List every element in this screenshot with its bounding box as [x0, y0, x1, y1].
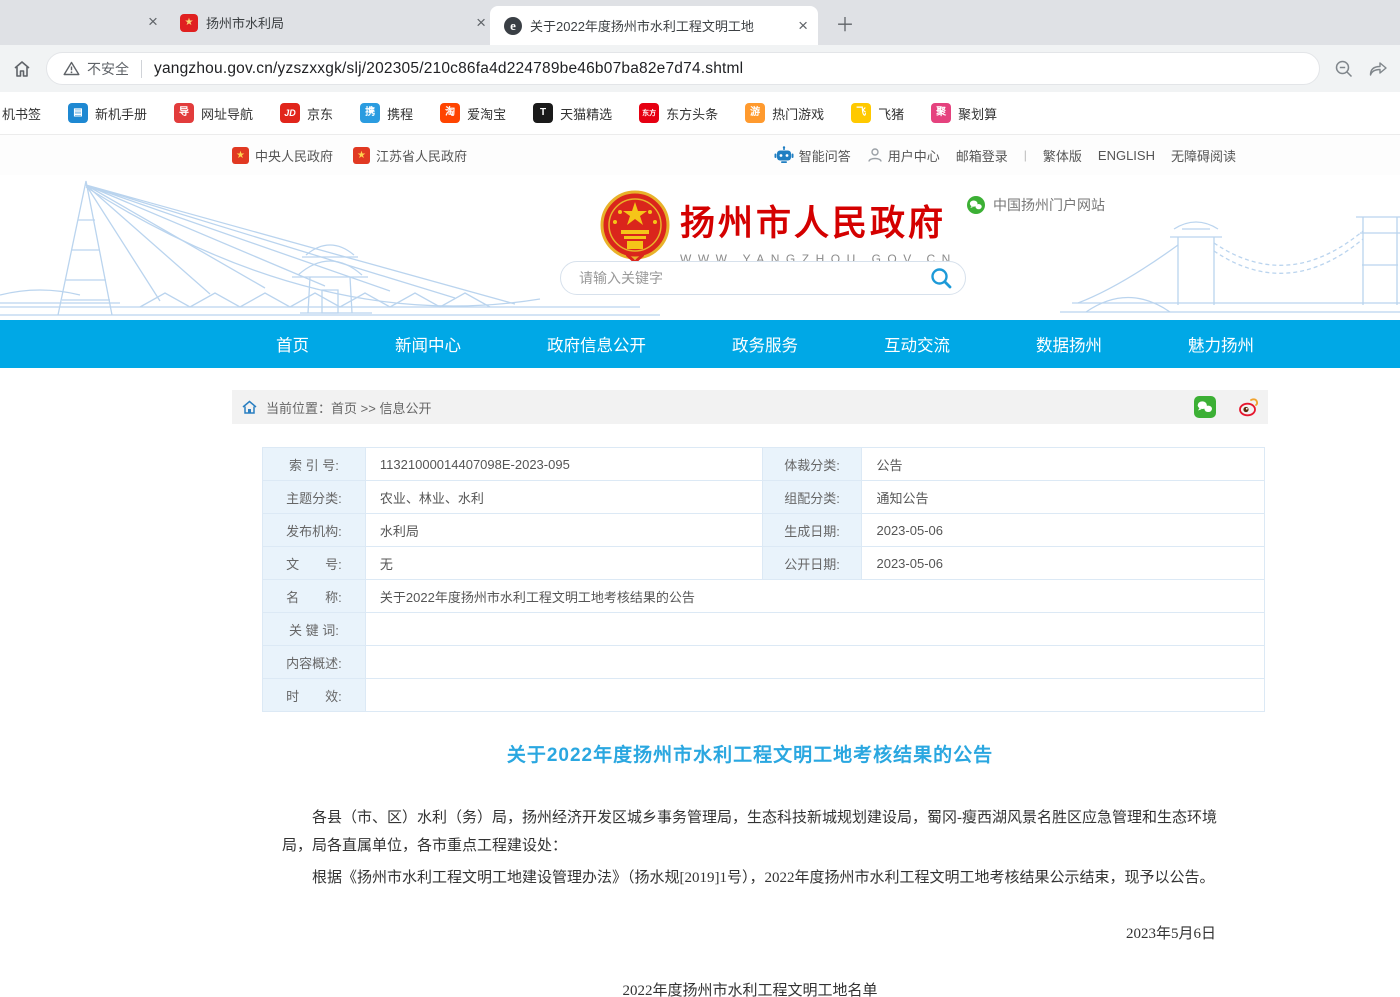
info-table: 索 引 号: 11321000014407098E-2023-095 体裁分类:…: [262, 447, 1265, 712]
article-paragraph: 各县（市、区）水利（务）局，扬州经济开发区城乡事务管理局，生态科技新城规划建设局…: [282, 805, 1218, 861]
breadcrumb-current[interactable]: 信息公开: [379, 401, 431, 416]
url-text: yangzhou.gov.cn/yzszxxgk/slj/202305/210c…: [154, 60, 743, 78]
breadcrumb-home-link[interactable]: 首页: [331, 401, 357, 416]
manual-icon: ▤: [68, 103, 88, 123]
share-icon[interactable]: [1368, 59, 1388, 79]
fliggy-icon: 飞: [851, 103, 871, 123]
gov-top-bar: ★ 中央人民政府 ★ 江苏省人民政府 智能问答 用户中心 邮箱登录 | 繁体版: [0, 135, 1400, 175]
games-icon: 游: [745, 103, 765, 123]
portal-link[interactable]: 中国扬州门户网站: [967, 195, 1105, 215]
tab-active-announcement[interactable]: e 关于2022年度扬州市水利工程文明工地 ×: [490, 6, 818, 45]
bookmark-item[interactable]: JD 京东: [280, 103, 333, 123]
site-e-favicon: e: [504, 17, 522, 35]
article-date: 2023年5月6日: [282, 922, 1218, 943]
ctrip-icon: 携: [360, 103, 380, 123]
bookmark-item[interactable]: 携 携程: [360, 103, 413, 123]
bookmark-item[interactable]: 聚 聚划算: [931, 103, 997, 123]
toutiao-icon: 东方: [639, 103, 659, 123]
english-link[interactable]: ENGLISH: [1098, 148, 1155, 163]
site-banner: 扬州市人民政府 WWW.YANGZHOU.GOV.CN 中国扬州门户网站: [0, 175, 1400, 320]
breadcrumb: 当前位置：首页 >> 信息公开: [232, 390, 1268, 424]
accessibility-link[interactable]: 无障碍阅读: [1171, 146, 1236, 165]
wechat-icon: [967, 196, 985, 214]
site-search-box: [560, 261, 966, 295]
table-row: 关 键 词:: [263, 613, 1265, 646]
article-title: 关于2022年度扬州市水利工程文明工地考核结果的公告: [282, 740, 1218, 767]
page-content: 当前位置：首页 >> 信息公开 索 引 号: 11321000014407098…: [232, 368, 1268, 997]
traditional-link[interactable]: 繁体版: [1043, 146, 1082, 165]
bookmark-item[interactable]: 东方 东方头条: [639, 103, 718, 123]
nav-news[interactable]: 新闻中心: [395, 332, 461, 356]
article-list-title: 2022年度扬州市水利工程文明工地名单: [282, 979, 1218, 997]
main-nav: 首页 新闻中心 政府信息公开 政务服务 互动交流 数据扬州 魅力扬州: [0, 320, 1400, 368]
bookmark-item[interactable]: 机书签: [2, 104, 41, 123]
table-row: 时 效:: [263, 679, 1265, 712]
browser-home-icon[interactable]: [12, 59, 32, 79]
wechat-share-icon[interactable]: [1194, 396, 1216, 418]
home-icon[interactable]: [242, 400, 257, 414]
bookmark-item[interactable]: 淘 爱淘宝: [440, 103, 506, 123]
browser-tab-strip: × ★ 扬州市水利局 × e 关于2022年度扬州市水利工程文明工地 × ＋: [0, 0, 1400, 45]
mail-login-link[interactable]: 邮箱登录: [956, 146, 1008, 165]
address-bar: 不安全 yangzhou.gov.cn/yzszxxgk/slj/202305/…: [0, 45, 1400, 92]
site-name: 扬州市人民政府: [680, 195, 957, 246]
bookmark-item[interactable]: 飞 飞猪: [851, 103, 904, 123]
url-field[interactable]: 不安全 yangzhou.gov.cn/yzszxxgk/slj/202305/…: [46, 52, 1320, 85]
nav-interaction[interactable]: 互动交流: [884, 332, 950, 356]
juhuasuan-icon: 聚: [931, 103, 951, 123]
close-icon[interactable]: ×: [476, 14, 486, 31]
divider: |: [1024, 148, 1027, 162]
robot-icon: [774, 146, 794, 164]
table-row: 发布机构: 水利局 生成日期: 2023-05-06: [263, 514, 1265, 547]
bookmarks-bar: 机书签 ▤ 新机手册 导 网址导航 JD 京东 携 携程 淘 爱淘宝 T 天猫精…: [0, 92, 1400, 135]
tmall-icon: T: [533, 103, 553, 123]
nav-info-disclosure[interactable]: 政府信息公开: [547, 332, 646, 356]
nav-site-icon: 导: [174, 103, 194, 123]
national-emblem-logo: [600, 190, 670, 266]
bookmark-item[interactable]: T 天猫精选: [533, 103, 612, 123]
jd-icon: JD: [280, 103, 300, 123]
tab-title: 关于2022年度扬州市水利工程文明工地: [530, 16, 798, 35]
tab-partial[interactable]: ×: [0, 0, 176, 45]
bookmark-item[interactable]: 游 热门游戏: [745, 103, 824, 123]
search-input[interactable]: [561, 270, 929, 286]
emblem-icon: ★: [232, 147, 249, 164]
security-label: 不安全: [87, 59, 129, 79]
table-row: 内容概述:: [263, 646, 1265, 679]
zoom-out-icon[interactable]: [1334, 59, 1354, 79]
breadcrumb-text: 当前位置：首页 >> 信息公开: [266, 398, 431, 417]
gov-emblem-favicon: ★: [180, 14, 198, 32]
search-icon[interactable]: [929, 266, 953, 290]
weibo-share-icon[interactable]: [1238, 396, 1260, 418]
smart-qa-link[interactable]: 智能问答: [774, 146, 851, 165]
user-center-link[interactable]: 用户中心: [867, 146, 940, 165]
article-paragraph: 根据《扬州市水利工程文明工地建设管理办法》（扬水规[2019]1号），2022年…: [282, 865, 1218, 893]
divider: [141, 60, 142, 78]
bookmark-item[interactable]: ▤ 新机手册: [68, 103, 147, 123]
emblem-icon: ★: [353, 147, 370, 164]
user-icon: [867, 147, 883, 163]
jiangsu-gov-link[interactable]: ★ 江苏省人民政府: [353, 146, 467, 165]
nav-home[interactable]: 首页: [276, 332, 309, 356]
table-row: 索 引 号: 11321000014407098E-2023-095 体裁分类:…: [263, 448, 1265, 481]
close-icon[interactable]: ×: [148, 13, 158, 30]
close-icon[interactable]: ×: [798, 17, 808, 34]
nav-data[interactable]: 数据扬州: [1036, 332, 1102, 356]
table-row: 主题分类: 农业、林业、水利 组配分类: 通知公告: [263, 481, 1265, 514]
bookmark-item[interactable]: 导 网址导航: [174, 103, 253, 123]
nav-services[interactable]: 政务服务: [732, 332, 798, 356]
central-gov-link[interactable]: ★ 中央人民政府: [232, 146, 333, 165]
article: 关于2022年度扬州市水利工程文明工地考核结果的公告 各县（市、区）水利（务）局…: [232, 740, 1268, 997]
table-row: 名 称: 关于2022年度扬州市水利工程文明工地考核结果的公告: [263, 580, 1265, 613]
table-row: 文 号: 无 公开日期: 2023-05-06: [263, 547, 1265, 580]
new-tab-button[interactable]: ＋: [832, 10, 858, 36]
nav-charm[interactable]: 魅力扬州: [1188, 332, 1254, 356]
tab-title: 扬州市水利局: [206, 13, 468, 32]
taobao-icon: 淘: [440, 103, 460, 123]
insecure-warning-icon: [63, 61, 80, 76]
tab-shuiliju[interactable]: ★ 扬州市水利局 ×: [180, 0, 486, 45]
